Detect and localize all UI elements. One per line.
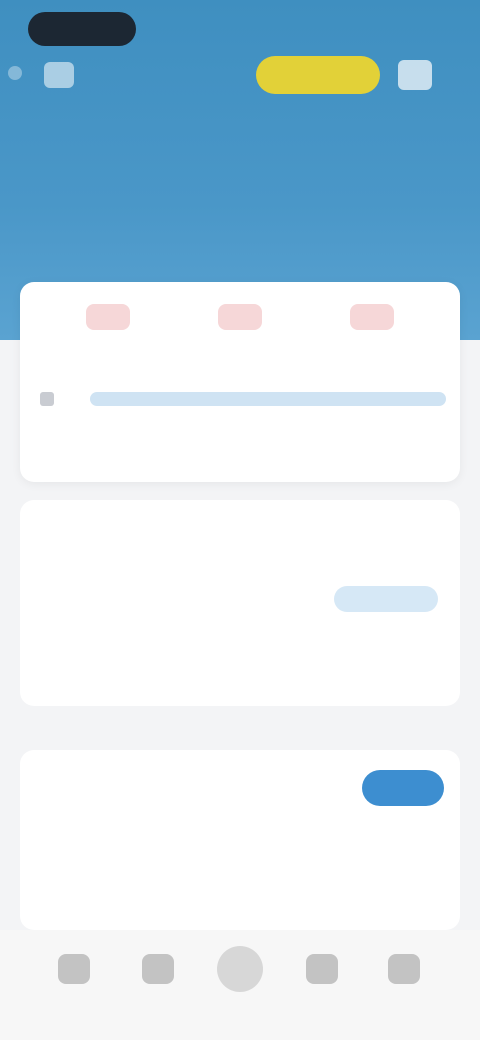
hero-subtitle bbox=[44, 112, 264, 132]
scan-icon[interactable] bbox=[44, 62, 74, 88]
tab-profile[interactable] bbox=[376, 954, 432, 1014]
back-icon[interactable] bbox=[8, 66, 22, 80]
bottom-tab-bar bbox=[0, 930, 480, 1040]
tab-center-action[interactable] bbox=[212, 946, 268, 1014]
status-time-pill bbox=[28, 12, 136, 46]
tab-grid[interactable] bbox=[130, 954, 186, 1014]
profile-icon bbox=[388, 954, 420, 984]
quick-action-1[interactable] bbox=[78, 304, 138, 344]
red-app-icon bbox=[350, 304, 394, 330]
red-app-icon bbox=[86, 304, 130, 330]
notice-row[interactable] bbox=[40, 386, 450, 412]
stat-item[interactable] bbox=[260, 650, 330, 690]
primary-action-button[interactable] bbox=[362, 770, 444, 806]
notice-subtext bbox=[40, 424, 340, 440]
stat-item[interactable] bbox=[156, 650, 226, 690]
section-action-button[interactable] bbox=[334, 586, 438, 612]
red-app-icon bbox=[218, 304, 262, 330]
section-card-1 bbox=[20, 500, 460, 706]
stat-item[interactable] bbox=[50, 650, 120, 690]
quick-action-3[interactable] bbox=[342, 304, 402, 344]
tab-home[interactable] bbox=[46, 954, 102, 1014]
notice-text bbox=[90, 392, 446, 406]
home-icon bbox=[58, 954, 90, 984]
center-action-icon bbox=[217, 946, 263, 992]
settings-icon[interactable] bbox=[398, 60, 432, 90]
hero-caption bbox=[196, 232, 284, 252]
section-card-2 bbox=[20, 750, 460, 930]
tab-messages[interactable] bbox=[294, 954, 350, 1014]
notice-icon bbox=[40, 392, 54, 406]
stat-item[interactable] bbox=[366, 650, 436, 690]
status-indicators bbox=[404, 20, 440, 38]
vip-badge[interactable] bbox=[256, 56, 380, 94]
grid-icon bbox=[142, 954, 174, 984]
quick-action-2[interactable] bbox=[210, 304, 270, 344]
message-icon bbox=[306, 954, 338, 984]
quick-actions-card bbox=[20, 282, 460, 482]
